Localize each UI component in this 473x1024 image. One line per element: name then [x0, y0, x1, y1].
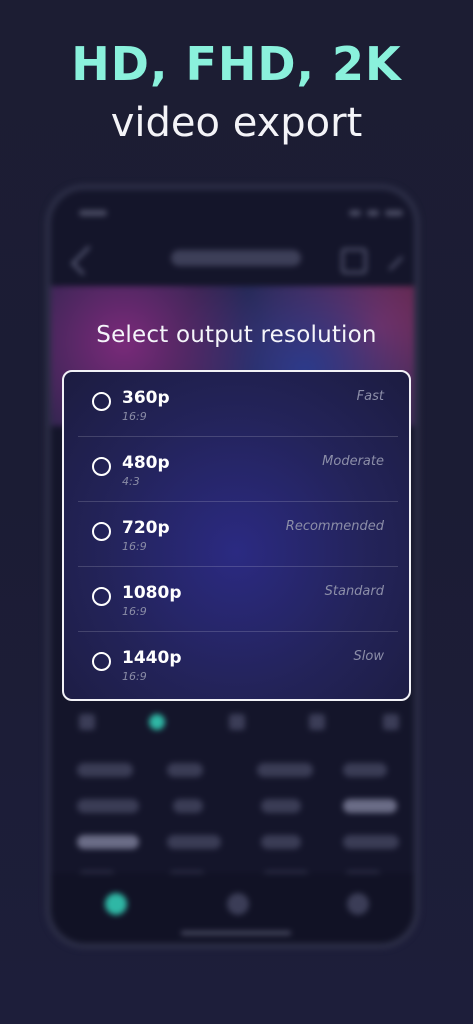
nav-icon — [105, 893, 127, 915]
resolution-label: 720p — [122, 518, 170, 538]
resolution-label: 360p — [122, 388, 170, 408]
aspect-ratio-label: 4:3 — [122, 475, 140, 488]
resolution-option-1080p[interactable]: 1080p 16:9 Standard — [78, 567, 398, 632]
crop-icon — [341, 248, 367, 274]
radio-button[interactable] — [92, 522, 111, 541]
tool-icon — [79, 714, 95, 730]
home-indicator — [181, 931, 291, 935]
aspect-ratio-label: 16:9 — [122, 605, 147, 618]
resolution-option-360p[interactable]: 360p 16:9 Fast — [78, 372, 398, 437]
resolution-label: 480p — [122, 453, 170, 473]
headline: HD, FHD, 2K — [71, 37, 402, 91]
dialog-title: Select output resolution — [96, 322, 377, 348]
check-icon — [375, 243, 404, 271]
aspect-ratio-label: 16:9 — [122, 410, 147, 423]
tool-icon — [149, 714, 165, 730]
speed-label: Slow — [353, 649, 384, 664]
resolution-option-720p[interactable]: 720p 16:9 Recommended — [78, 502, 398, 567]
phone-bottom-nav — [51, 873, 414, 943]
back-icon — [70, 245, 101, 276]
radio-button[interactable] — [92, 652, 111, 671]
tool-icon — [383, 714, 399, 730]
speed-label: Moderate — [322, 454, 384, 469]
resolution-option-1440p[interactable]: 1440p 16:9 Slow — [78, 632, 398, 697]
tool-icon — [229, 714, 245, 730]
speed-label: Recommended — [285, 519, 384, 534]
speed-label: Fast — [356, 389, 384, 404]
nav-icon — [347, 893, 369, 915]
radio-button[interactable] — [92, 457, 111, 476]
nav-icon — [227, 893, 249, 915]
speed-label: Standard — [324, 584, 384, 599]
radio-button[interactable] — [92, 392, 111, 411]
resolution-label: 1080p — [122, 583, 182, 603]
resolution-option-480p[interactable]: 480p 4:3 Moderate — [78, 437, 398, 502]
subheadline: video export — [110, 100, 363, 146]
resolution-panel: 360p 16:9 Fast 480p 4:3 Moderate 720p 16… — [62, 370, 411, 701]
resolution-label: 1440p — [122, 648, 182, 668]
phone-title-placeholder — [171, 250, 301, 266]
aspect-ratio-label: 16:9 — [122, 540, 147, 553]
phone-tool-row — [51, 710, 414, 740]
aspect-ratio-label: 16:9 — [122, 670, 147, 683]
phone-top-bar — [51, 234, 414, 284]
phone-status-bar — [79, 210, 403, 220]
tool-icon — [309, 714, 325, 730]
radio-button[interactable] — [92, 587, 111, 606]
